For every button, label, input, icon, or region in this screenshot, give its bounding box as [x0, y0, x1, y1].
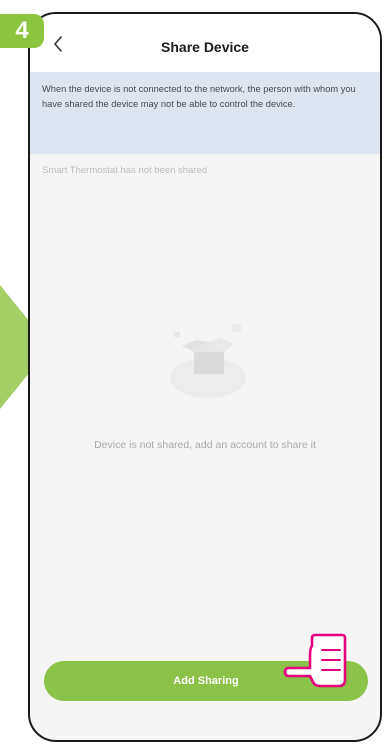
navigation-bar: Share Device: [30, 14, 380, 72]
network-notice-banner: When the device is not connected to the …: [30, 72, 380, 154]
share-status-text: Smart Thermostat has not been shared: [42, 165, 208, 176]
empty-state-text: Device is not shared, add an account to …: [94, 439, 316, 451]
step-number-badge: 4: [0, 14, 44, 48]
empty-box-icon: [170, 324, 246, 398]
page-title: Share Device: [161, 39, 249, 55]
network-notice-text: When the device is not connected to the …: [42, 84, 356, 109]
pointing-hand-icon: [283, 633, 347, 688]
